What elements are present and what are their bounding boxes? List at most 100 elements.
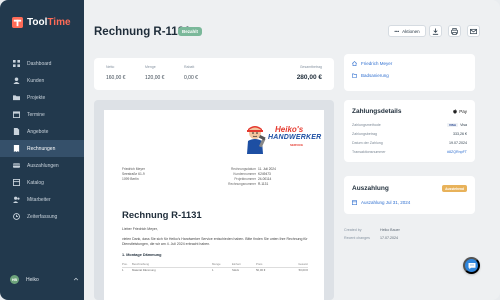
sidebar: ToolTime Dashboard Kunden Projekte Termi…	[0, 0, 84, 300]
brand-line2: HANDWERKER	[268, 134, 322, 141]
payment-row: Zahlungsmethode VISA Visa	[352, 123, 467, 127]
summary-tax-label: Rabatt	[184, 65, 195, 69]
sidebar-item-katalog[interactable]: Katalog	[0, 174, 84, 191]
payment-key: Zahlungsbetrag	[352, 132, 377, 136]
sidebar-item-label: Projekte	[27, 94, 46, 101]
payout-status-badge: Ausstehend	[442, 185, 467, 192]
chevron-up-icon	[73, 277, 79, 281]
avatar: HB	[10, 275, 19, 284]
sidebar-nav: Dashboard Kunden Projekte Termine Angebo…	[0, 55, 84, 225]
brand-name-part2: Time	[47, 17, 71, 28]
customer-card: Friedrich Meyer Badsanierung	[344, 54, 475, 91]
sidebar-item-rechnungen[interactable]: Rechnungen	[0, 140, 84, 157]
table-cell: 50,00 €	[256, 268, 266, 272]
column-header: Beschreibung	[132, 262, 150, 266]
app-logo[interactable]: ToolTime	[12, 17, 71, 28]
payout-link[interactable]: Auszahlung Jul 31, 2024	[352, 200, 410, 205]
project-name: Badsanierung	[361, 73, 389, 78]
summary-net-label: Netto	[106, 65, 115, 69]
print-button[interactable]	[448, 25, 461, 37]
document-icon	[13, 128, 20, 135]
payment-value: Visa	[460, 123, 467, 127]
payment-value: 19.07.2024	[449, 141, 467, 145]
users-icon	[13, 77, 20, 84]
more-icon: •••	[394, 28, 400, 34]
document-section-title: 1. Montage Dämmung	[122, 253, 162, 257]
sidebar-item-label: Termine	[27, 111, 45, 118]
page-title: Rechnung R-1131	[94, 26, 191, 38]
sidebar-item-label: Auszahlungen	[27, 162, 59, 169]
sidebar-item-label: Kunden	[27, 77, 45, 84]
meta-value: R-1131	[258, 182, 269, 186]
page-header: Rechnung R-1131 Bezahlt ••• Aktionen	[84, 0, 500, 46]
clock-icon	[13, 213, 20, 220]
column-header: Menge	[212, 262, 221, 266]
audit-value: 17.07.2024	[380, 236, 398, 240]
dashboard-icon	[13, 60, 20, 67]
status-badge: Bezahlt	[178, 27, 203, 36]
column-header: Einheit	[232, 262, 241, 266]
brand-name-part1: Tool	[27, 17, 48, 28]
payment-row: Datum der Zahlung 19.07.2024	[352, 141, 467, 145]
sidebar-item-label: Katalog	[27, 179, 44, 186]
sidebar-item-auszahlungen[interactable]: Auszahlungen	[0, 157, 84, 174]
invoice-summary: Netto 160,00 € Menge 120,00 € Rabatt 0,0…	[94, 58, 334, 90]
user-menu[interactable]: HB Heiko	[10, 275, 82, 284]
company-logo: Heiko's HANDWERKER SERVICE	[242, 124, 321, 154]
column-header: Preis	[256, 262, 263, 266]
sidebar-item-mitarbeiter[interactable]: Mitarbeiter	[0, 191, 84, 208]
project-link[interactable]: Badsanierung	[352, 73, 389, 78]
payout-link-label: Auszahlung Jul 31, 2024	[361, 200, 411, 205]
sidebar-item-angebote[interactable]: Angebote	[0, 123, 84, 140]
payment-value: 333,26 €	[453, 132, 467, 136]
payment-row: Transaktionsnummer #8ZQRnpFT	[352, 150, 467, 154]
sidebar-item-kunden[interactable]: Kunden	[0, 72, 84, 89]
sidebar-item-dashboard[interactable]: Dashboard	[0, 55, 84, 72]
transaction-link[interactable]: #8ZQRnpFT	[447, 150, 467, 154]
sidebar-item-termine[interactable]: Termine	[0, 106, 84, 123]
audit-key: Recent changes	[344, 236, 370, 240]
payment-title: Zahlungsdetails	[352, 108, 402, 115]
user-name: Heiko	[26, 276, 39, 283]
payment-method: VISA Visa	[447, 123, 467, 127]
summary-tax: Rabatt 0,00 €	[184, 65, 198, 81]
table-cell: Material Dämmung	[132, 268, 156, 272]
print-icon	[451, 27, 458, 35]
table-cell: 1	[212, 268, 214, 272]
payment-key: Zahlungsmethode	[352, 123, 381, 127]
chat-button[interactable]	[463, 257, 480, 274]
folder-icon	[352, 73, 357, 78]
table-cell: Stück	[232, 268, 239, 272]
table-row: 1 Material Dämmung 1 Stück 50,00 € 50,00…	[122, 268, 308, 272]
download-icon	[432, 27, 439, 35]
sidebar-item-label: Zeiterfassung	[27, 213, 58, 220]
invoice-icon	[13, 145, 20, 152]
audit-row: Created by Heiko Bauer	[344, 226, 475, 234]
provider-label: Pay	[459, 109, 467, 114]
summary-tax-value: 0,00 €	[184, 75, 198, 81]
visa-card-icon: VISA	[447, 123, 459, 127]
summary-total: Gesamtbetrag 280,00 €	[297, 65, 322, 81]
payout-icon	[13, 162, 20, 169]
payout-title: Auszahlung	[352, 185, 389, 192]
calendar-icon	[13, 111, 20, 118]
invoice-preview[interactable]: Heiko's HANDWERKER SERVICE Friedrich Mey…	[94, 100, 334, 300]
meta-key: Rechnungsnummer	[228, 182, 256, 186]
download-button[interactable]	[429, 25, 442, 37]
document-intro: vielen Dank, dass Sie sich für Heiko's H…	[122, 237, 308, 246]
customer-link[interactable]: Friedrich Meyer	[352, 61, 392, 66]
customer-name: Friedrich Meyer	[361, 61, 393, 66]
logo-icon	[12, 17, 23, 28]
audit-key: Created by	[344, 228, 362, 232]
actions-button[interactable]: ••• Aktionen	[388, 25, 426, 37]
sidebar-item-zeiterfassung[interactable]: Zeiterfassung	[0, 208, 84, 225]
employee-icon	[13, 196, 20, 203]
apple-pay-badge: Pay	[453, 109, 467, 114]
sidebar-item-projekte[interactable]: Projekte	[0, 89, 84, 106]
chat-icon	[468, 262, 475, 269]
recipient-address: Friedrich Meyer Seestraße 61-9 1099 Berl…	[122, 167, 145, 182]
email-button[interactable]	[467, 25, 480, 37]
document-greeting: Lieber Friedrich Meyer,	[122, 227, 158, 231]
summary-net: Netto 160,00 €	[106, 65, 125, 81]
sidebar-item-label: Rechnungen	[27, 145, 56, 152]
